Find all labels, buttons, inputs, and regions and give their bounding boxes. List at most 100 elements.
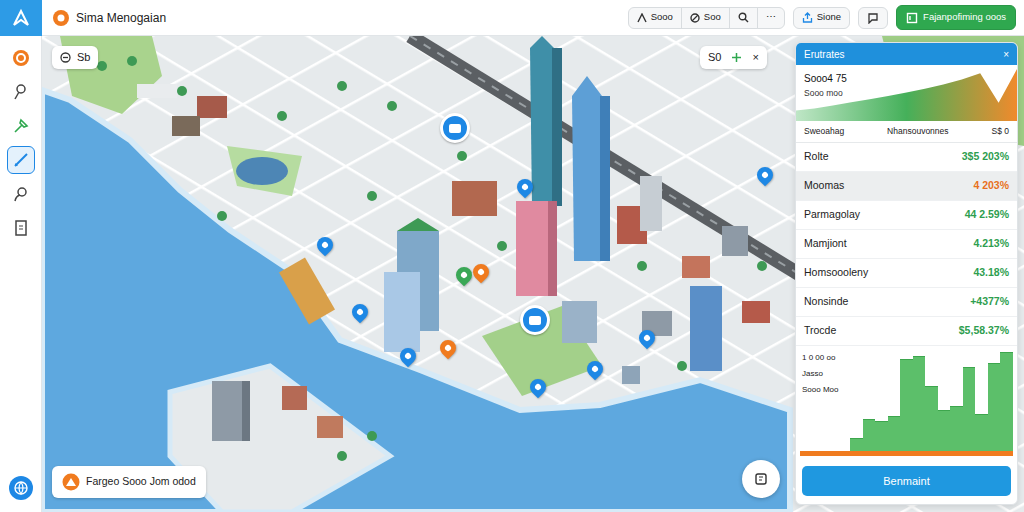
pin-dot xyxy=(529,316,541,325)
legend-icon xyxy=(62,473,80,491)
sidebar-item[interactable] xyxy=(7,180,35,208)
stat-row[interactable]: Moomas 4 203% xyxy=(796,172,1017,201)
toolbar: Sima Menogaian Sooo Soo ⋯ Sione Fajanpofiming… xyxy=(42,0,1024,36)
stats-panel: Erutrates × Sooo4 75Sooo moo Sweoahag Nhanso… xyxy=(795,42,1018,505)
chart-baseline xyxy=(800,451,1013,456)
stat-row[interactable]: Homsoooleny 43.18% xyxy=(796,259,1017,288)
summary-value: Sooo4 75 xyxy=(804,71,1009,86)
pin-dot xyxy=(444,344,452,352)
view-button-group: Sooo Soo ⋯ xyxy=(628,7,785,29)
share-label: Sione xyxy=(817,11,841,23)
layers-icon xyxy=(753,471,769,487)
sidebar-list xyxy=(7,44,35,242)
map-pin[interactable] xyxy=(520,305,550,335)
summary-text: Sooo4 75Sooo moo xyxy=(796,65,1017,106)
chart-bar xyxy=(938,410,951,451)
stat-label: Trocde xyxy=(804,323,836,339)
pin-icon xyxy=(12,83,30,101)
panel-title: Erutrates xyxy=(804,47,845,62)
report-icon xyxy=(906,12,918,24)
sidebar-item[interactable] xyxy=(7,78,35,106)
tool-icon xyxy=(12,117,30,135)
upload-icon xyxy=(802,12,813,23)
view-button-label: Soo xyxy=(704,11,721,23)
map-pin[interactable] xyxy=(440,113,470,143)
map-action-button[interactable] xyxy=(742,460,780,498)
stat-row[interactable]: Trocde$5,58.37% xyxy=(796,317,1017,346)
search-icon xyxy=(738,12,749,23)
panel-header: Erutrates × xyxy=(796,43,1017,65)
chart-bar xyxy=(975,414,988,451)
pin-dot xyxy=(449,124,461,133)
globe-icon[interactable] xyxy=(9,476,33,500)
pin-dot xyxy=(521,183,529,191)
pin-dot xyxy=(534,383,542,391)
map[interactable]: Sb S0× Fargeo Sooo Jom odod Erutrates × Sooo4… xyxy=(42,36,1024,512)
chart-bar xyxy=(875,421,888,451)
stat-value: 4 203% xyxy=(973,178,1009,194)
stat-label: Homsoooleny xyxy=(804,265,868,281)
filter-icon xyxy=(690,13,700,23)
chart-bar xyxy=(988,363,1001,451)
chat-button[interactable] xyxy=(858,7,888,29)
sidebar-item[interactable] xyxy=(7,214,35,242)
map-search-chip[interactable]: Sb xyxy=(52,46,98,69)
summary-caption: Sooo moo xyxy=(804,87,1009,100)
more-button[interactable]: ⋯ xyxy=(757,7,785,29)
pin-dot xyxy=(761,171,769,179)
stat-label: Rolte xyxy=(804,149,829,165)
chart-bar xyxy=(913,356,926,451)
primary-button[interactable]: Fajanpofiming ooos xyxy=(896,5,1016,29)
chart-bar xyxy=(950,406,963,451)
stat-row[interactable]: Parmagolay 44 2.59% xyxy=(796,201,1017,230)
share-button[interactable]: Sione xyxy=(793,7,850,29)
primary-label: Fajanpofiming ooos xyxy=(923,10,1006,24)
chart-label: Sooo Moo xyxy=(802,384,846,396)
stat-label: Parmagolay xyxy=(804,207,860,223)
search-button[interactable] xyxy=(729,7,758,29)
map-close-button[interactable]: × xyxy=(752,49,758,66)
column-header: SweoahagNhansouvonnesS$ 0 xyxy=(796,121,1017,143)
sidebar-item[interactable] xyxy=(7,146,35,174)
zoom-out-icon xyxy=(60,52,71,63)
map-zoom-chip[interactable]: S0× xyxy=(700,46,767,69)
chart-bar xyxy=(900,359,913,451)
sidebar-item[interactable] xyxy=(7,44,35,72)
column-label: Nhansouvonnes xyxy=(887,125,948,138)
summary-chart: Sooo4 75Sooo moo xyxy=(796,65,1017,121)
map-search-label: Sb xyxy=(77,49,90,66)
pin-dot xyxy=(477,268,485,276)
logo-icon[interactable] xyxy=(0,0,42,36)
stat-value: 44 2.59% xyxy=(965,207,1009,223)
map-legend-chip[interactable]: Fargeo Sooo Jom odod xyxy=(52,466,206,498)
document-icon xyxy=(12,219,30,237)
stat-label: Moomas xyxy=(804,178,844,194)
layer-icon xyxy=(637,13,647,23)
stat-value: 3$5 203% xyxy=(962,149,1009,165)
stat-row[interactable]: Rolte 3$5 203% xyxy=(796,143,1017,172)
chart-label: Jasso xyxy=(802,368,846,380)
pin-dot xyxy=(643,334,651,342)
pin-dot xyxy=(591,365,599,373)
pin-dot xyxy=(321,241,329,249)
chart-bar xyxy=(1000,352,1013,451)
target-icon xyxy=(12,49,30,67)
stat-value: 43.18% xyxy=(973,265,1009,281)
main-area: Sima Menogaian Sooo Soo ⋯ Sione Fajanpofiming… xyxy=(42,0,1024,512)
app-title: Sima Menogaian xyxy=(76,9,166,27)
app-logo-icon xyxy=(52,9,70,27)
view-button[interactable]: Soo xyxy=(681,7,730,29)
stat-row[interactable]: Mamjiont4.213% xyxy=(796,230,1017,259)
chart-bar xyxy=(963,367,976,451)
panel-action-button[interactable]: Benmaint xyxy=(802,466,1011,496)
column-label: Sweoahag xyxy=(804,125,844,138)
chart-bar xyxy=(850,438,863,451)
stat-label: Mamjiont xyxy=(804,236,847,252)
panel-close-button[interactable]: × xyxy=(1003,47,1009,62)
pin-dot xyxy=(460,271,468,279)
stat-row[interactable]: Nonsinde+4377% xyxy=(796,288,1017,317)
stat-value: +4377% xyxy=(970,294,1009,310)
view-button[interactable]: Sooo xyxy=(628,7,682,29)
chart-bar xyxy=(925,386,938,451)
sidebar-item[interactable] xyxy=(7,112,35,140)
